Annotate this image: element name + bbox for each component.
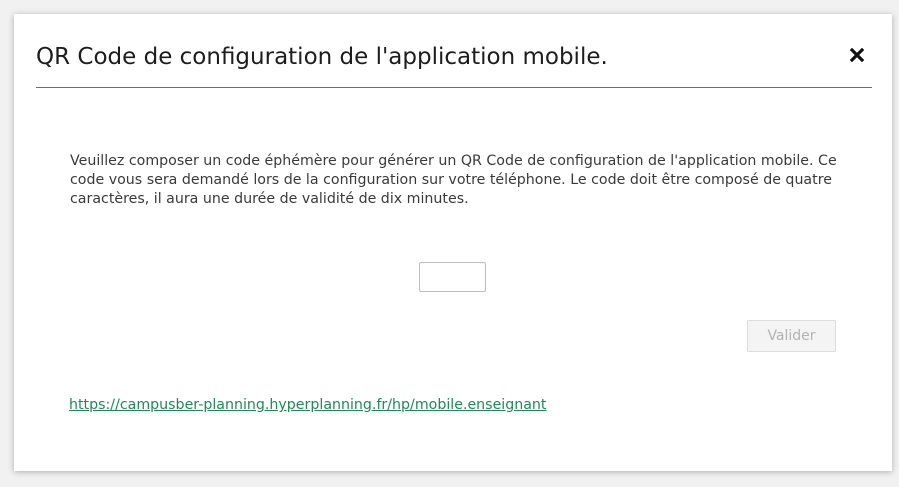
close-button[interactable] (842, 40, 872, 70)
validate-button[interactable]: Valider (747, 320, 836, 352)
mobile-app-link[interactable]: https://campusber-planning.hyperplanning… (69, 397, 546, 413)
dialog-description: Veuillez composer un code éphémère pour … (70, 153, 837, 207)
dialog-header: QR Code de configuration de l'applicatio… (36, 34, 872, 88)
close-icon (850, 48, 864, 62)
dialog-title: QR Code de configuration de l'applicatio… (36, 44, 608, 70)
qr-config-dialog: QR Code de configuration de l'applicatio… (14, 14, 892, 471)
ephemeral-code-input[interactable] (419, 262, 486, 292)
